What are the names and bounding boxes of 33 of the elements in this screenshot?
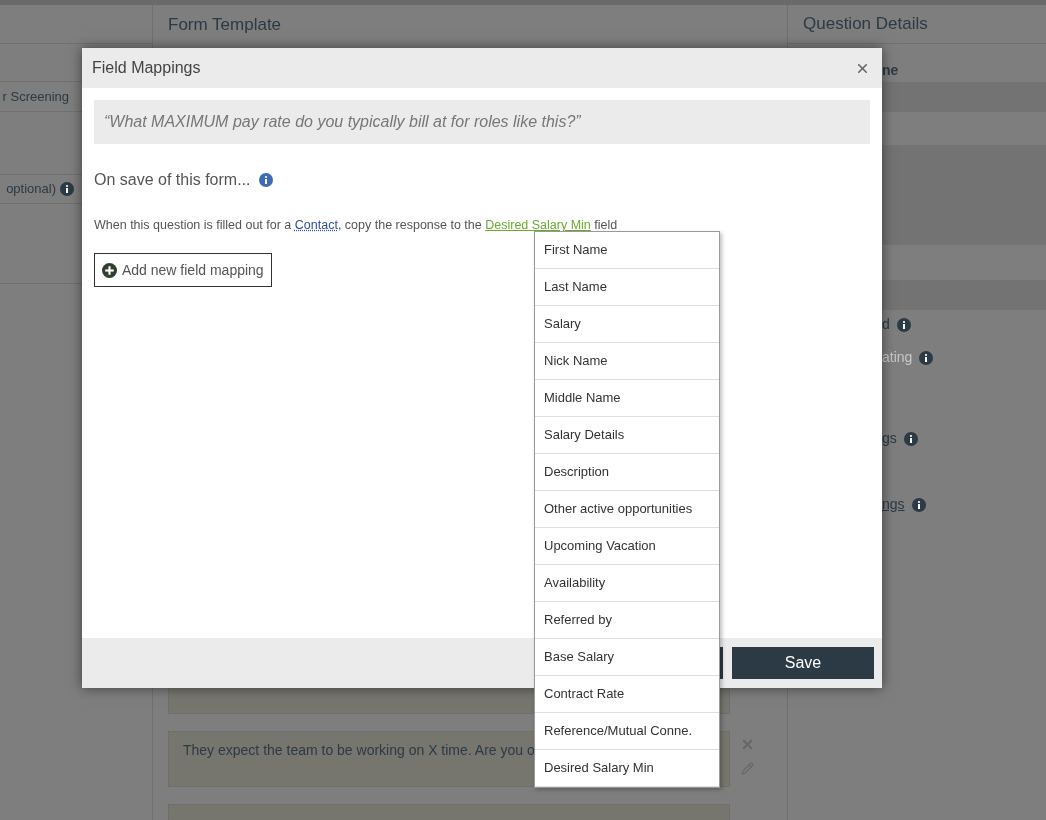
mapping-sentence: When this question is filled out for a Contact, copy the response to the Desired Salary Min field [94, 218, 618, 233]
field-label: optional) [6, 180, 56, 199]
dialog-title: Field Mappings [92, 58, 201, 78]
dropdown-option[interactable]: Referred by [535, 602, 719, 639]
dropdown-option[interactable]: Desired Salary Min [535, 750, 719, 787]
dropdown-option[interactable]: Availability [535, 565, 719, 602]
detail-label: ngs [882, 495, 905, 514]
info-icon [258, 173, 273, 187]
detail-label: gs [882, 429, 897, 448]
dropdown-option[interactable]: Middle Name [535, 380, 719, 417]
record-link[interactable]: Contact [294, 218, 338, 232]
detail-label: d [882, 315, 890, 334]
plus-circle-icon [102, 262, 117, 278]
dropdown-option[interactable]: Nick Name [535, 343, 719, 380]
dropdown-option[interactable]: Salary [535, 306, 719, 343]
detail-label: ating [882, 348, 913, 367]
dropdown-option[interactable]: Base Salary [535, 639, 719, 676]
dropdown-option[interactable]: Last Name [535, 269, 719, 306]
save-button[interactable]: Save [732, 647, 874, 679]
dropdown-option[interactable]: First Name [535, 232, 719, 269]
question-text: “What MAXIMUM pay rate do you typically bill at for roles like this?” [94, 100, 870, 144]
dropdown-option[interactable]: Salary Details [535, 417, 719, 454]
add-mapping-button[interactable]: Add new field mapping [94, 253, 272, 287]
dropdown-option[interactable]: Contract Rate [535, 676, 719, 713]
field-label: r Screening [2, 87, 69, 106]
column-title: Question Details [788, 5, 1046, 44]
detail-label: ne [882, 61, 899, 80]
dropdown-option[interactable]: Description [535, 454, 719, 491]
dropdown-option[interactable]: Other active opportunities [535, 491, 719, 528]
column-title: Form Template [168, 13, 283, 36]
dropdown-option[interactable]: Reference/Mutual Conne. [535, 713, 719, 750]
section-label: On save of this form... [94, 170, 251, 190]
dropdown-option[interactable]: Upcoming Vacation [535, 528, 719, 565]
